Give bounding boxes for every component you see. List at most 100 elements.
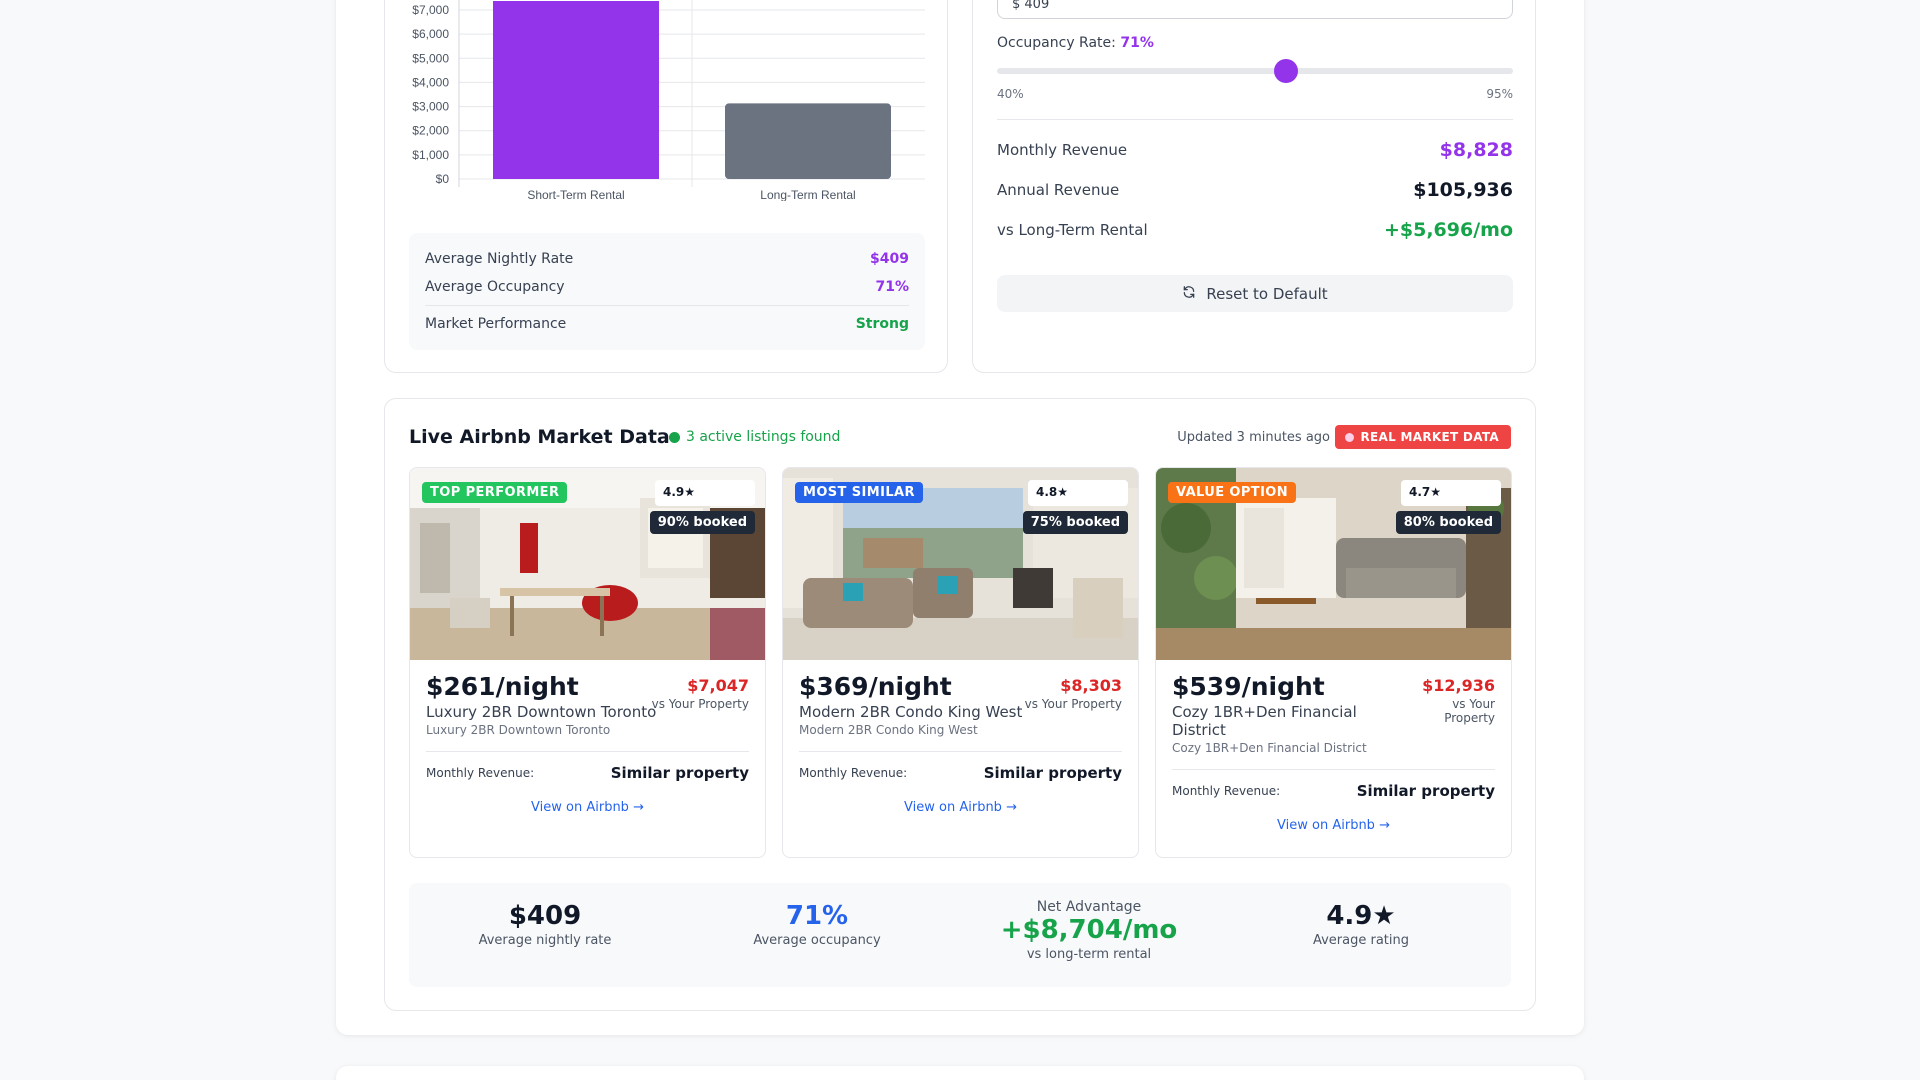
listing-subname: Luxury 2BR Downtown Toronto [426,723,611,737]
y-tick-label: $1,000 [412,148,449,162]
y-tick-label: $6,000 [412,27,449,41]
annual-revenue-row: Annual Revenue $105,936 [997,179,1513,201]
annual-revenue-value: $105,936 [1413,179,1513,201]
active-listings-text: 3 active listings found [686,429,841,445]
market-data-card: Live Airbnb Market Data 3 active listing… [384,398,1536,1011]
listing-photo: VALUE OPTION 4.7★ 80% booked [1156,468,1511,660]
listing-revenue: $8,303 vs Your Property [1025,676,1122,711]
listing-rating: 4.9★ [655,480,755,506]
market-stats: Average Nightly Rate $409 Average Occupa… [409,233,925,350]
monthly-value: Similar property [1356,782,1495,800]
listing-card[interactable]: VALUE OPTION 4.7★ 80% booked $539/night … [1155,467,1512,858]
listing-revenue: $7,047 vs Your Property [652,676,749,711]
summary-net-title: Net Advantage [1036,899,1142,915]
summary-avg-rate-label: Average nightly rate [478,933,612,948]
summary-avg-occupancy: 71% Average occupancy [681,901,953,948]
listing-revenue-value: $7,047 [687,676,749,695]
bar-long-term-rental [725,103,891,179]
listing-rating: 4.7★ [1401,480,1501,506]
listing-name: Cozy 1BR+Den Financial District [1172,703,1357,739]
stat-label: Average Nightly Rate [425,251,574,267]
monthly-value: Similar property [610,764,749,782]
listing-revenue-value: $12,936 [1422,676,1495,695]
slider-max-label: 95% [1486,87,1513,101]
revenue-chart-card: $0 $1,000 $2,000 $3,000 $4,000 $5,000 $6,000 $7… [384,0,948,373]
active-listings-status: 3 active listings found [669,429,840,445]
y-tick-label: $4,000 [412,75,449,89]
y-tick-label: $3,000 [412,100,449,114]
occupancy-slider-thumb[interactable] [1273,59,1298,83]
vs-long-term-value: +$5,696/mo [1383,219,1513,241]
stat-label: Average Occupancy [425,279,565,295]
monthly-revenue-label: Monthly Revenue [997,141,1128,159]
monthly-revenue-row: Monthly Revenue $8,828 [997,139,1513,161]
y-tick-label: $5,000 [412,51,449,65]
x-category-label: Long-Term Rental [760,188,855,201]
monthly-revenue-value: $8,828 [1439,139,1513,161]
summary-avg-rating: 4.9★ Average rating [1225,901,1497,948]
listing-card[interactable]: TOP PERFORMER 4.9★ 90% booked $261/night… [409,467,766,858]
x-category-label: Short-Term Rental [527,188,624,201]
monthly-label: Monthly Revenue: [1172,784,1281,798]
listing-revenue-sub: vs Your Property [1024,697,1122,711]
summary-avg-rating-label: Average rating [1312,933,1410,948]
revenue-calculator-card: $ 409 Occupancy Rate: 71% 40% 95% Monthl… [972,0,1536,373]
monthly-label: Monthly Revenue: [426,766,535,780]
listing-revenue-sub: vs Your Property [1444,697,1495,725]
divider [425,305,909,306]
listing-tag: TOP PERFORMER [422,482,568,503]
updated-timestamp: Updated 3 minutes ago [1177,430,1330,445]
stat-row-performance: Market Performance Strong [425,310,909,338]
listing-photo: TOP PERFORMER 4.9★ 90% booked [410,468,765,660]
summary-avg-rate-value: $409 [508,901,582,931]
y-tick-label: $7,000 [412,3,449,17]
view-on-airbnb-link[interactable]: View on Airbnb → [426,800,749,815]
reset-button[interactable]: Reset to Default [997,275,1513,312]
summary-avg-rate: $409 Average nightly rate [409,901,681,948]
slider-min-label: 40% [997,87,1024,101]
market-title: Live Airbnb Market Data [409,426,670,448]
stat-row-occupancy: Average Occupancy 71% [425,273,909,301]
stat-value: $409 [870,251,909,267]
listing-revenue-value: $8,303 [1060,676,1122,695]
listing-revenue: $12,936 vs Your Property [1415,676,1495,725]
divider [997,119,1513,120]
summary-net-advantage: Net Advantage +$8,704/mo vs long-term re… [953,899,1225,962]
summary-avg-rating-value: 4.9★ [1326,901,1396,931]
occupancy-slider-track[interactable] [997,68,1513,74]
y-tick-label: $0 [436,172,450,186]
listing-monthly-row: Monthly Revenue: Similar property [799,764,1122,782]
real-market-data-badge: REAL MARKET DATA [1335,425,1511,449]
y-tick-label: $2,000 [412,124,449,138]
refresh-icon [1182,285,1196,303]
monthly-label: Monthly Revenue: [799,766,908,780]
stat-label: Market Performance [425,316,567,332]
summary-net-value: +$8,704/mo [1000,915,1178,945]
stat-value: Strong [855,316,909,332]
revenue-bar-chart: $0 $1,000 $2,000 $3,000 $4,000 $5,000 $6,000 $7… [412,0,925,201]
listing-subname: Modern 2BR Condo King West [799,723,978,737]
listing-booked: 75% booked [1022,511,1128,534]
nightly-rate-input[interactable]: $ 409 [997,0,1513,19]
occupancy-label: Occupancy Rate: 71% [997,35,1154,51]
annual-revenue-label: Annual Revenue [997,181,1120,199]
listing-monthly-row: Monthly Revenue: Similar property [426,764,749,782]
listing-booked: 80% booked [1395,511,1501,534]
divider [426,751,749,752]
view-on-airbnb-link[interactable]: View on Airbnb → [1172,818,1495,833]
listing-booked: 90% booked [649,511,755,534]
listing-monthly-row: Monthly Revenue: Similar property [1172,782,1495,800]
listing-card[interactable]: MOST SIMILAR 4.8★ 75% booked $369/night … [782,467,1139,858]
summary-avg-occupancy-label: Average occupancy [753,933,881,948]
listing-subname: Cozy 1BR+Den Financial District [1172,741,1367,755]
listing-tag: MOST SIMILAR [795,482,923,503]
stat-value: 71% [875,279,909,295]
badge-dot-icon [1345,432,1355,442]
live-dot-icon [669,431,680,443]
divider [1172,769,1495,770]
listing-photo: MOST SIMILAR 4.8★ 75% booked [783,468,1138,660]
listing-tag: VALUE OPTION [1168,482,1297,503]
summary-avg-occupancy-value: 71% [785,901,849,931]
view-on-airbnb-link[interactable]: View on Airbnb → [799,800,1122,815]
divider [799,751,1122,752]
